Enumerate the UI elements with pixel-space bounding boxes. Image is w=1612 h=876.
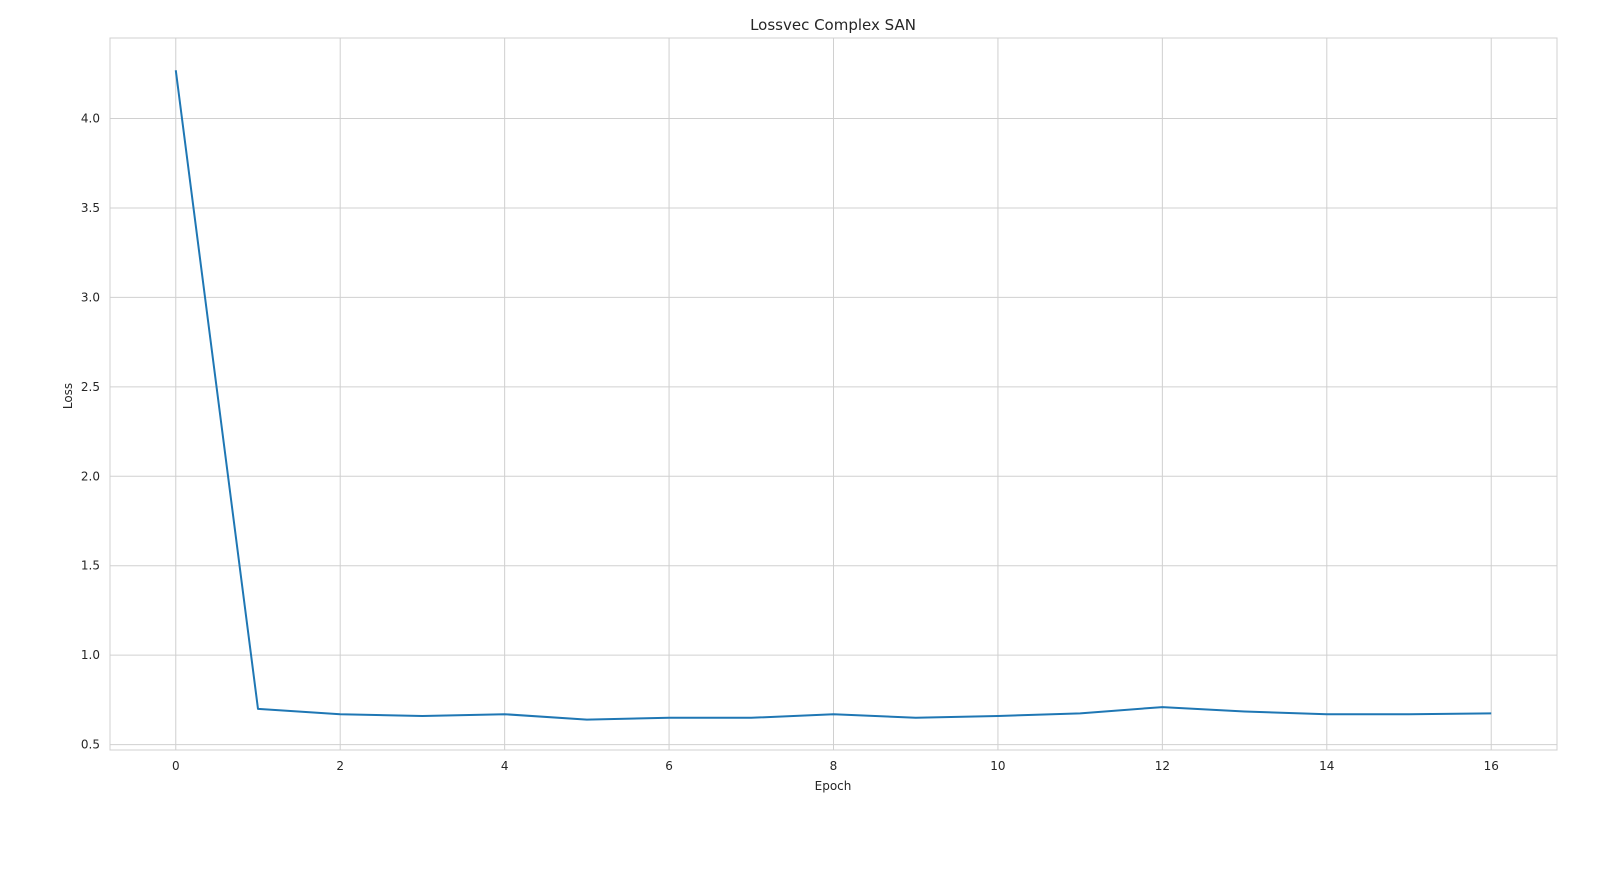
y-tick-label: 2.0 <box>81 469 100 483</box>
x-tick-label: 14 <box>1319 759 1334 773</box>
x-axis-label: Epoch <box>815 779 852 793</box>
x-tick-labels: 0 2 4 6 8 10 12 14 16 <box>172 759 1499 773</box>
line-chart: Lossvec Complex SAN 0 2 4 6 8 10 12 14 16 0.5 1.0… <box>61 16 1558 793</box>
x-tick-label: 10 <box>990 759 1005 773</box>
x-tick-label: 0 <box>172 759 180 773</box>
y-tick-labels: 0.5 1.0 1.5 2.0 2.5 3.0 3.5 4.0 <box>81 112 100 752</box>
y-tick-label: 4.0 <box>81 112 100 126</box>
x-tick-label: 12 <box>1155 759 1170 773</box>
x-tick-label: 4 <box>501 759 509 773</box>
x-tick-label: 8 <box>830 759 838 773</box>
x-tick-label: 2 <box>336 759 344 773</box>
chart-title: Lossvec Complex SAN <box>750 16 916 34</box>
y-tick-label: 2.5 <box>81 380 100 394</box>
y-tick-label: 3.5 <box>81 201 100 215</box>
y-axis-label: Loss <box>61 383 75 409</box>
y-tick-label: 0.5 <box>81 738 100 752</box>
y-tick-label: 3.0 <box>81 290 100 304</box>
y-tick-label: 1.5 <box>81 559 100 573</box>
y-tick-label: 1.0 <box>81 648 100 662</box>
x-tick-label: 6 <box>665 759 673 773</box>
x-tick-label: 16 <box>1484 759 1499 773</box>
